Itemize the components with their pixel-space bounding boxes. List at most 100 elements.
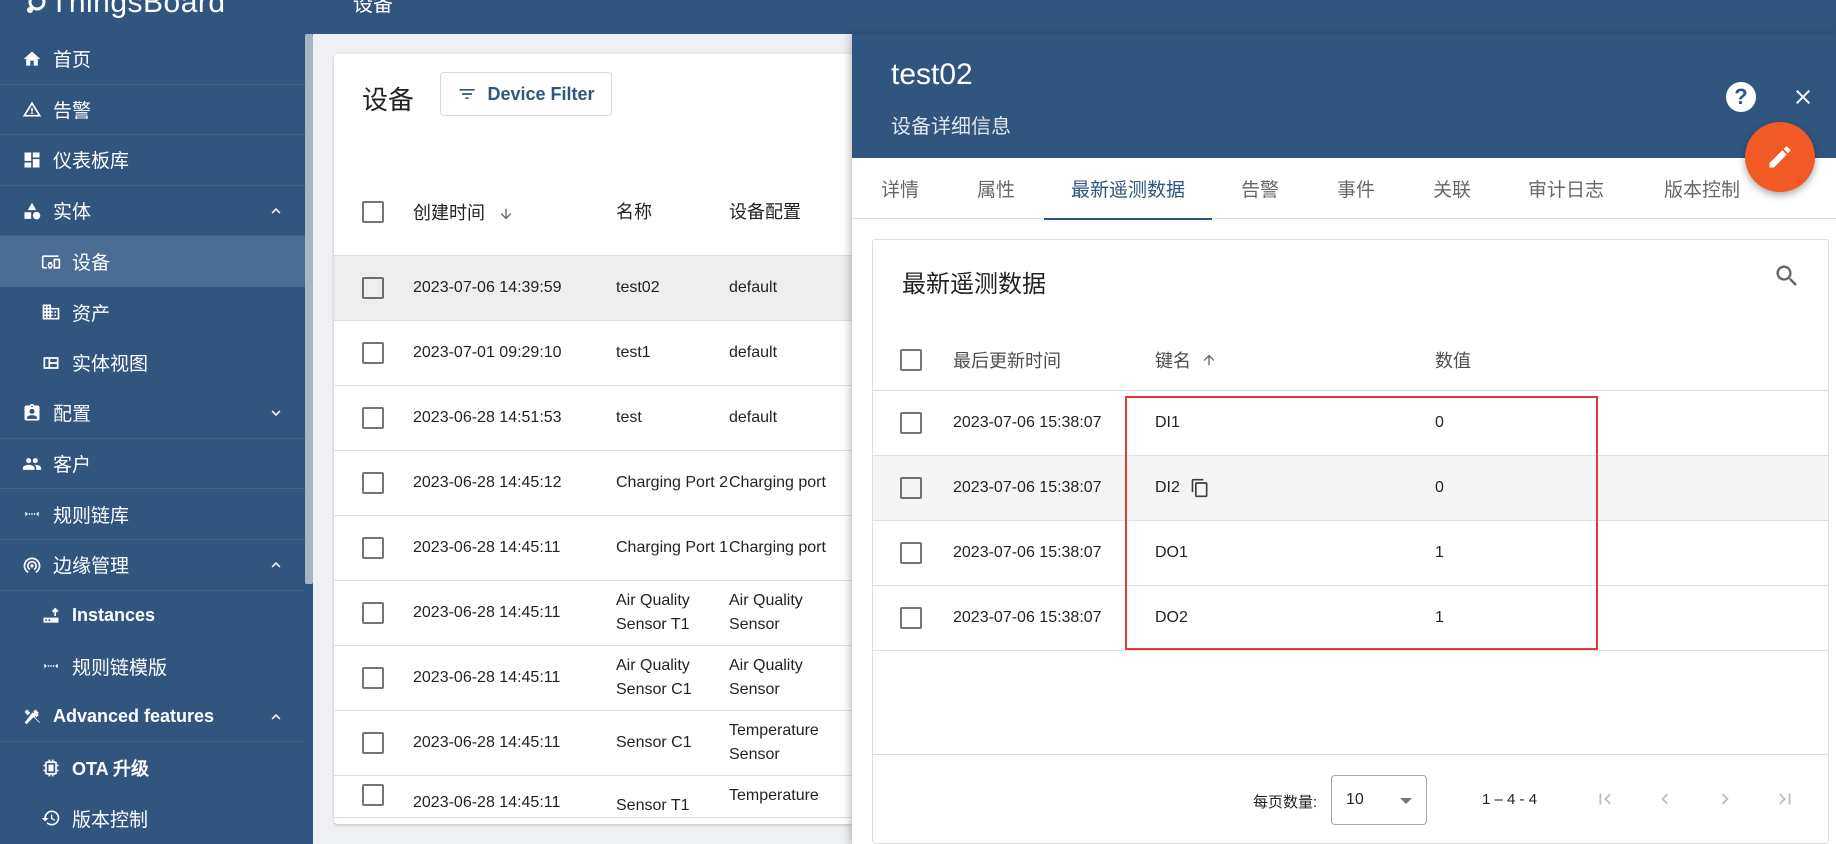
column-created[interactable]: 创建时间 (413, 199, 616, 225)
edge-icon (21, 554, 43, 576)
telemetry-row[interactable]: 2023-07-06 15:38:07 DI1 0 (873, 391, 1828, 456)
cell-value: 0 (1435, 479, 1444, 496)
cell-key: DI1 (1155, 414, 1180, 431)
items-per-page-select[interactable]: 10 (1331, 775, 1427, 825)
sidebar-item-home[interactable]: 首页 (0, 34, 305, 85)
sidebar-item-entity-views[interactable]: 实体视图 (0, 338, 305, 389)
row-checkbox[interactable] (362, 342, 384, 364)
cell-name: Sensor C1 (616, 734, 692, 751)
row-checkbox[interactable] (900, 542, 922, 564)
edit-button[interactable] (1745, 122, 1815, 192)
table-row[interactable]: 2023-06-28 14:45:11 Air Quality Sensor C… (334, 646, 854, 711)
table-row[interactable]: 2023-06-28 14:45:11 Sensor C1 Temperatur… (334, 711, 854, 776)
table-row[interactable]: 2023-06-28 14:45:11 Air Quality Sensor T… (334, 581, 854, 646)
column-last-update[interactable]: 最后更新时间 (953, 347, 1155, 373)
select-all-checkbox[interactable] (900, 348, 922, 371)
devices-header: 设备 (362, 85, 415, 115)
sidebar-item-dashboards[interactable]: 仪表板库 (0, 135, 305, 186)
sidebar-item-entities[interactable]: 实体 (0, 186, 305, 237)
sidebar-scrollbar[interactable] (305, 34, 313, 584)
row-checkbox[interactable] (900, 607, 922, 629)
tab-alarms[interactable]: 告警 (1212, 158, 1308, 219)
cell-profile: Air Quality Sensor (729, 657, 803, 698)
cell-name: Air Quality Sensor C1 (616, 657, 692, 698)
sidebar-item-label: 边缘管理 (53, 556, 130, 578)
sidebar-item-profiles[interactable]: 配置 (0, 388, 305, 439)
table-row[interactable]: 2023-06-28 14:45:11 Charging Port 1 Char… (334, 516, 854, 581)
cell-profile: default (729, 409, 778, 426)
cell-updated: 2023-07-06 15:38:07 (953, 544, 1102, 561)
cell-name: test1 (616, 344, 651, 361)
column-profile[interactable]: 设备配置 (729, 200, 854, 224)
top-bar: 设备 (313, 0, 1836, 34)
sidebar-item-edge-management[interactable]: 边缘管理 (0, 540, 305, 591)
sidebar-item-customers[interactable]: 客户 (0, 439, 305, 490)
column-key[interactable]: 键名 (1155, 347, 1435, 373)
cell-profile: Charging port (729, 539, 826, 556)
cell-name: Air Quality Sensor T1 (616, 592, 690, 633)
column-value[interactable]: 数值 (1435, 347, 1828, 373)
telemetry-row[interactable]: 2023-07-06 15:38:07 DO1 1 (873, 521, 1828, 586)
tab-attributes[interactable]: 属性 (948, 158, 1044, 219)
column-name[interactable]: 名称 (616, 200, 729, 224)
cell-name: test (616, 409, 642, 426)
sidebar-item-alarms[interactable]: 告警 (0, 85, 305, 136)
device-filter-button[interactable]: Device Filter (440, 72, 612, 116)
previous-page-icon[interactable] (1653, 787, 1677, 811)
search-icon[interactable] (1773, 262, 1801, 290)
cell-created: 2023-06-28 14:45:11 (413, 794, 561, 811)
last-page-icon[interactable] (1773, 787, 1797, 811)
instances-icon (40, 605, 62, 627)
row-checkbox[interactable] (900, 477, 922, 499)
telemetry-title: 最新遥测数据 (902, 271, 1046, 298)
sidebar-item-assets[interactable]: 资产 (0, 287, 305, 338)
row-checkbox[interactable] (362, 472, 384, 494)
page-range: 1 – 4 - 4 (1482, 791, 1538, 808)
cell-updated: 2023-07-06 15:38:07 (953, 414, 1102, 431)
sidebar-item-rule-chain-templates[interactable]: 规则链模版 (0, 641, 305, 692)
sidebar-item-label: OTA 升级 (72, 758, 149, 779)
table-row[interactable]: 2023-06-28 14:45:11 Sensor T1 Temperatur… (334, 776, 854, 818)
row-checkbox[interactable] (900, 412, 922, 434)
sidebar-item-ota-updates[interactable]: OTA 升级 (0, 742, 305, 793)
copy-icon[interactable] (1190, 478, 1210, 498)
telemetry-row[interactable]: 2023-07-06 15:38:07 DO2 1 (873, 586, 1828, 651)
cell-created: 2023-07-06 14:39:59 (413, 279, 562, 296)
tab-details[interactable]: 详情 (852, 158, 948, 219)
row-checkbox[interactable] (362, 732, 384, 754)
table-row[interactable]: 2023-07-06 14:39:59 test02 default (334, 256, 854, 321)
tab-audit-logs[interactable]: 审计日志 (1500, 158, 1632, 219)
cell-created: 2023-07-01 09:29:10 (413, 344, 562, 361)
next-page-icon[interactable] (1713, 787, 1737, 811)
tab-relations[interactable]: 关联 (1404, 158, 1500, 219)
telemetry-row[interactable]: 2023-07-06 15:38:07 DI2 0 (873, 456, 1828, 521)
chevron-up-icon (271, 713, 281, 720)
tab-events[interactable]: 事件 (1308, 158, 1404, 219)
row-checkbox[interactable] (362, 667, 384, 689)
device-details-panel: test02 设备详细信息 ? 详情 属性 最新遥测数据 告警 事件 关联 审计… (852, 34, 1836, 844)
tab-latest-telemetry[interactable]: 最新遥测数据 (1044, 158, 1212, 220)
details-subtitle: 设备详细信息 (891, 116, 1011, 138)
sidebar-item-advanced-features[interactable]: Advanced features (0, 692, 305, 743)
help-icon[interactable]: ? (1726, 82, 1756, 112)
first-page-icon[interactable] (1593, 787, 1617, 811)
row-checkbox[interactable] (362, 602, 384, 624)
asset-icon (40, 301, 62, 323)
row-checkbox[interactable] (362, 784, 384, 806)
row-checkbox[interactable] (362, 277, 384, 299)
devices-card: 设备 Device Filter 创建时间 名称 设备配置 2023-07-06… (334, 54, 854, 824)
sidebar-item-instances[interactable]: Instances (0, 591, 305, 642)
table-row[interactable]: 2023-07-01 09:29:10 test1 default (334, 321, 854, 386)
chevron-down-icon (271, 410, 281, 416)
select-all-checkbox[interactable] (362, 200, 384, 223)
sidebar-item-devices[interactable]: 设备 (0, 236, 305, 287)
close-icon[interactable] (1788, 82, 1818, 112)
sidebar-item-label: 规则链库 (53, 505, 130, 527)
row-checkbox[interactable] (362, 407, 384, 429)
row-checkbox[interactable] (362, 537, 384, 559)
sidebar-item-rule-chains[interactable]: 规则链库 (0, 489, 305, 540)
table-row[interactable]: 2023-06-28 14:45:12 Charging Port 2 Char… (334, 451, 854, 516)
table-row[interactable]: 2023-06-28 14:51:53 test default (334, 386, 854, 451)
sidebar-item-version-control[interactable]: 版本控制 (0, 793, 305, 844)
cell-value: 1 (1435, 609, 1444, 626)
